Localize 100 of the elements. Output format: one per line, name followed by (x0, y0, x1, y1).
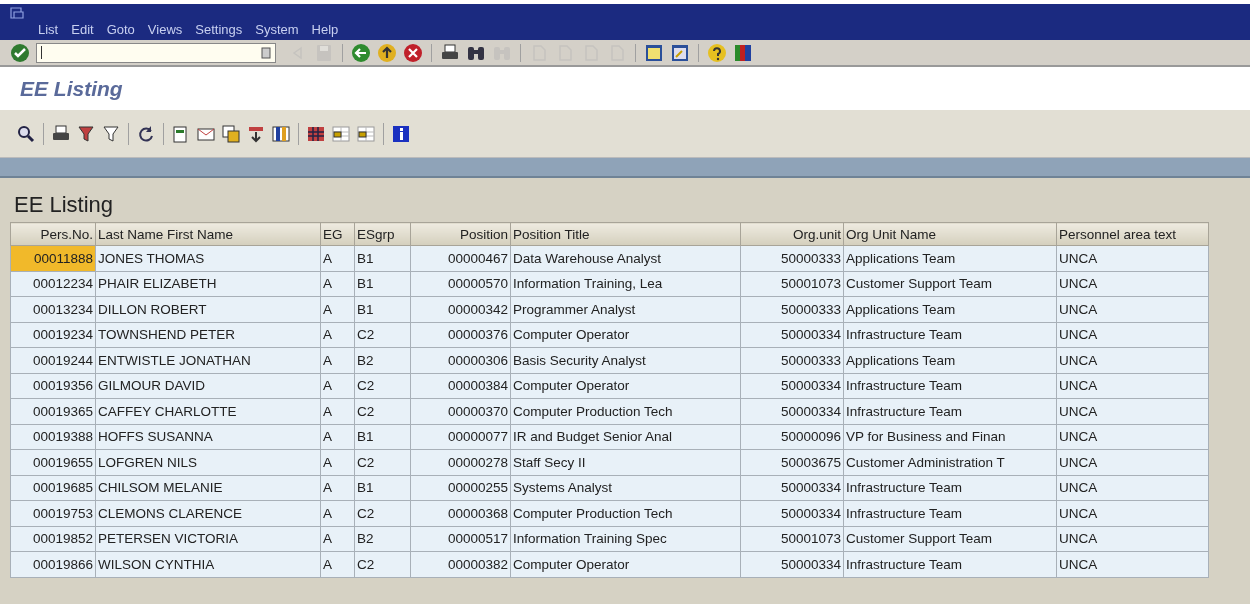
table-cell: 00019244 (10, 347, 96, 373)
table-cell: 00019365 (10, 398, 96, 424)
table-cell: 00019866 (10, 551, 96, 577)
shortcut-icon[interactable] (670, 42, 690, 63)
table-cell: 00011888 (10, 245, 96, 271)
menu-item[interactable]: List (38, 22, 59, 37)
table-cell: Computer Production Tech (510, 500, 741, 526)
check-icon[interactable] (10, 42, 30, 63)
column-header[interactable]: Org.unit (740, 222, 844, 246)
table-cell: 00000368 (410, 500, 511, 526)
table-cell: 00000570 (410, 271, 511, 297)
funnel-icon[interactable] (101, 123, 121, 144)
question-icon[interactable] (707, 42, 727, 63)
magnifier-icon[interactable] (16, 123, 36, 144)
table-cell: Customer Support Team (843, 271, 1057, 297)
table-cell: 00000370 (410, 398, 511, 424)
column-header[interactable]: Pers.No. (10, 222, 96, 246)
table-cell: Computer Operator (510, 322, 741, 348)
table-cell: Infrastructure Team (843, 373, 1057, 399)
menu-item[interactable]: Goto (106, 22, 135, 37)
table-cell: 00000306 (410, 347, 511, 373)
table-cell: CLEMONS CLARENCE (95, 500, 321, 526)
table-cell: 00019388 (10, 424, 96, 450)
clipboard-icon[interactable] (261, 46, 271, 59)
table-cell: 50000333 (740, 296, 844, 322)
grid-icon[interactable] (356, 123, 376, 144)
table-cell: UNCA (1056, 373, 1209, 399)
info-icon[interactable] (391, 123, 411, 144)
table-cell: Basis Security Analyst (510, 347, 741, 373)
columns-icon[interactable] (271, 123, 291, 144)
table-cell: 00000077 (410, 424, 511, 450)
column-header[interactable]: Personnel area text (1056, 222, 1209, 246)
column-header[interactable]: ESgrp (354, 222, 411, 246)
table-cell: Applications Team (843, 296, 1057, 322)
table-cell: 00019852 (10, 526, 96, 552)
table-cell: 50000334 (740, 500, 844, 526)
table-cell: 50000334 (740, 373, 844, 399)
table-cell: Applications Team (843, 245, 1057, 271)
menu-item[interactable]: System (255, 22, 299, 37)
table-cell: WILSON CYNTHIA (95, 551, 321, 577)
table-cell: Infrastructure Team (843, 398, 1057, 424)
copy-icon[interactable] (221, 123, 241, 144)
table-cell: 00000255 (410, 475, 511, 501)
table-cell: GILMOUR DAVID (95, 373, 321, 399)
table-cell: Customer Support Team (843, 526, 1057, 552)
table-cell: Computer Operator (510, 551, 741, 577)
window-icon[interactable] (644, 42, 664, 63)
table-cell: 00019356 (10, 373, 96, 399)
palette-icon[interactable] (733, 42, 753, 63)
table-cell: Customer Administration T (843, 449, 1057, 475)
table-cell: IR and Budget Senior Anal (510, 424, 741, 450)
column-header[interactable]: Org Unit Name (843, 222, 1057, 246)
table-cell: ENTWISTLE JONATHAN (95, 347, 321, 373)
table-cell: 50000333 (740, 347, 844, 373)
funnel-icon[interactable] (76, 123, 96, 144)
table-cell: 00000376 (410, 322, 511, 348)
table-cell: UNCA (1056, 245, 1209, 271)
table-cell: 00019234 (10, 322, 96, 348)
table-cell: 00000467 (410, 245, 511, 271)
table-cell: Infrastructure Team (843, 500, 1057, 526)
menu-item[interactable]: Help (311, 22, 339, 37)
list-title: EE Listing (13, 191, 115, 219)
menu-item[interactable]: Settings (195, 22, 243, 37)
table-cell: CAFFEY CHARLOTTE (95, 398, 321, 424)
table-cell: PHAIR ELIZABETH (95, 271, 321, 297)
column-header[interactable]: EG (320, 222, 355, 246)
command-field[interactable] (36, 42, 276, 63)
table-cell: 00000384 (410, 373, 511, 399)
grid-icon[interactable] (331, 123, 351, 144)
table-cell: UNCA (1056, 322, 1209, 348)
table-cell: Infrastructure Team (843, 551, 1057, 577)
table-cell: DILLON ROBERT (95, 296, 321, 322)
table-cell: 00019753 (10, 500, 96, 526)
table-cell: 50000096 (740, 424, 844, 450)
cancel-icon[interactable] (403, 42, 423, 63)
table-cell: Applications Team (843, 347, 1057, 373)
table-cell: 50003675 (740, 449, 844, 475)
table-cell: LOFGREN NILS (95, 449, 321, 475)
column-header[interactable]: Last Name First Name (95, 222, 321, 246)
table-cell: UNCA (1056, 449, 1209, 475)
table-cell: HOFFS SUSANNA (95, 424, 321, 450)
table-cell: 50000334 (740, 322, 844, 348)
menu-item[interactable]: Views (147, 22, 183, 37)
menu-item[interactable]: Edit (71, 22, 94, 37)
table-cell: Information Training, Lea (510, 271, 741, 297)
table-cell: 50001073 (740, 526, 844, 552)
table-cell: CHILSOM MELANIE (95, 475, 321, 501)
column-header[interactable]: Position (410, 222, 511, 246)
table-cell: 00013234 (10, 296, 96, 322)
table-cell: PETERSEN VICTORIA (95, 526, 321, 552)
table-cell: Programmer Analyst (510, 296, 741, 322)
table-cell: UNCA (1056, 424, 1209, 450)
column-header[interactable]: Position Title (510, 222, 741, 246)
table-cell: 00000342 (410, 296, 511, 322)
table-cell: Data Warehouse Analyst (510, 245, 741, 271)
table-cell: Information Training Spec (510, 526, 741, 552)
table-cell: 50000334 (740, 551, 844, 577)
table-cell: UNCA (1056, 296, 1209, 322)
table-cell: UNCA (1056, 475, 1209, 501)
window-menu-icon[interactable] (10, 7, 24, 19)
